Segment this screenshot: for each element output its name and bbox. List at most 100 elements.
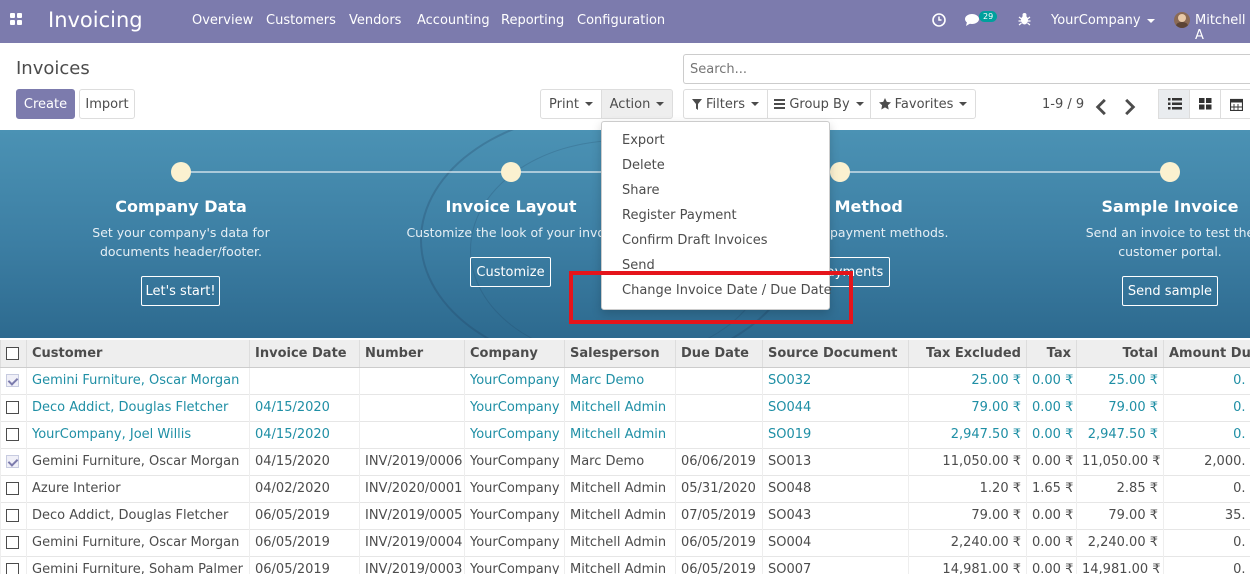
menu-customers[interactable]: Customers <box>266 13 336 28</box>
row-checkbox[interactable] <box>0 555 27 574</box>
menu-item-register-payment[interactable]: Register Payment <box>602 205 829 230</box>
cell-source-document: SO044 <box>762 393 909 421</box>
menu-overview[interactable]: Overview <box>192 13 253 28</box>
row-checkbox[interactable] <box>0 393 27 421</box>
cell-customer: YourCompany, Joel Willis <box>26 420 250 448</box>
step-dot <box>171 162 191 182</box>
cell-due-date <box>675 393 763 421</box>
cell-salesperson: Mitchell Admin <box>564 555 676 574</box>
cell-source-document: SO004 <box>762 528 909 556</box>
list-view-icon <box>1168 98 1182 110</box>
action-dropdown-menu: Export Delete Share Register Payment Con… <box>601 121 832 310</box>
calendar-view-button[interactable] <box>1220 89 1250 119</box>
user-avatar[interactable] <box>1174 12 1190 28</box>
send-sample-button[interactable]: Send sample <box>1122 276 1218 306</box>
menu-item-send[interactable]: Send <box>602 255 829 280</box>
cell-total: 14,981.00 ₹ <box>1076 555 1164 574</box>
step-desc-company-data: Set your company's data for documents he… <box>92 225 270 259</box>
menu-item-confirm-draft-invoices[interactable]: Confirm Draft Invoices <box>602 230 829 255</box>
cell-number <box>359 420 465 448</box>
favorites-label: Favorites <box>894 96 954 112</box>
cell-number: INV/2019/0003 <box>359 555 465 574</box>
cell-salesperson: Mitchell Admin <box>564 528 676 556</box>
cell-amount-due: 0. <box>1163 528 1250 556</box>
favorites-button[interactable]: Favorites <box>870 89 976 119</box>
column-header-tax[interactable]: Tax <box>1026 340 1077 368</box>
column-header-company[interactable]: Company <box>464 340 565 368</box>
apps-grid-icon[interactable] <box>10 13 22 25</box>
cell-company: YourCompany <box>464 447 565 475</box>
column-header-salesperson[interactable]: Salesperson <box>564 340 676 368</box>
row-checkbox[interactable] <box>0 447 27 475</box>
column-header-total[interactable]: Total <box>1076 340 1164 368</box>
filters-button[interactable]: Filters <box>683 89 768 119</box>
bug-icon[interactable] <box>1018 12 1031 26</box>
menu-item-delete[interactable]: Delete <box>602 155 829 180</box>
list-bars-icon <box>774 99 786 109</box>
company-switcher[interactable]: YourCompany <box>1051 13 1155 28</box>
table-row[interactable]: Deco Addict, Douglas Fletcher 04/15/2020 Y… <box>0 393 1250 421</box>
customize-button[interactable]: Customize <box>470 257 551 287</box>
clock-icon[interactable] <box>932 13 946 27</box>
cell-customer: Gemini Furniture, Oscar Morgan <box>26 366 250 394</box>
table-row[interactable]: Gemini Furniture, Oscar Morgan 04/15/2020… <box>0 447 1250 475</box>
cell-amount-due: 0. <box>1163 393 1250 421</box>
row-checkbox[interactable] <box>0 420 27 448</box>
cell-salesperson: Mitchell Admin <box>564 420 676 448</box>
cell-company: YourCompany <box>464 528 565 556</box>
table-row[interactable]: Deco Addict, Douglas Fletcher 06/05/2019 I… <box>0 501 1250 529</box>
cell-tax: 0.00 ₹ <box>1026 366 1077 394</box>
kanban-view-button[interactable] <box>1189 89 1221 119</box>
row-checkbox[interactable] <box>0 501 27 529</box>
step-desc-payment-method: payment methods. <box>830 225 949 240</box>
menu-item-export[interactable]: Export <box>602 130 829 155</box>
cell-total: 2,947.50 ₹ <box>1076 420 1164 448</box>
pager-value[interactable]: 1-9 / 9 <box>1042 97 1084 112</box>
column-header-invoice-date[interactable]: Invoice Date <box>249 340 360 368</box>
cell-due-date: 06/06/2019 <box>675 447 763 475</box>
cell-number <box>359 366 465 394</box>
next-page-icon[interactable] <box>1119 97 1139 117</box>
row-checkbox[interactable] <box>0 528 27 556</box>
table-row[interactable]: Gemini Furniture, Oscar Morgan 06/05/2019… <box>0 528 1250 556</box>
menu-vendors[interactable]: Vendors <box>349 13 401 28</box>
column-header-customer[interactable]: Customer <box>26 340 250 368</box>
column-header-source-document[interactable]: Source Document <box>762 340 909 368</box>
column-header-tax-excluded[interactable]: Tax Excluded <box>908 340 1027 368</box>
table-row[interactable]: Gemini Furniture, Oscar Morgan YourCompan… <box>0 366 1250 394</box>
cell-due-date: 07/05/2019 <box>675 501 763 529</box>
table-row[interactable]: Gemini Furniture, Soham Palmer 06/05/2019… <box>0 555 1250 574</box>
message-count-badge: 29 <box>979 11 998 22</box>
cell-invoice-date: 06/05/2019 <box>249 555 360 574</box>
previous-page-icon[interactable] <box>1092 97 1112 117</box>
column-header-due-date[interactable]: Due Date <box>675 340 763 368</box>
table-row[interactable]: YourCompany, Joel Willis 04/15/2020 YourCo… <box>0 420 1250 448</box>
step-desc-sample-invoice: Send an invoice to test the customer por… <box>1085 225 1250 259</box>
search-input[interactable] <box>683 54 1250 84</box>
menu-item-share[interactable]: Share <box>602 180 829 205</box>
menu-reporting[interactable]: Reporting <box>501 13 564 28</box>
row-checkbox[interactable] <box>0 366 27 394</box>
action-button[interactable]: Action <box>601 89 673 119</box>
column-header-number[interactable]: Number <box>359 340 465 368</box>
table-row[interactable]: Azure Interior 04/02/2020 INV/2020/0001 You… <box>0 474 1250 502</box>
list-view-button[interactable] <box>1158 89 1190 119</box>
select-all-checkbox[interactable] <box>0 340 27 368</box>
cell-tax-excluded: 79.00 ₹ <box>908 393 1027 421</box>
row-checkbox[interactable] <box>0 474 27 502</box>
import-button[interactable]: Import <box>79 89 135 119</box>
column-header-amount-due[interactable]: Amount Du <box>1163 340 1250 368</box>
lets-start-button[interactable]: Let's start! <box>141 276 220 306</box>
create-button[interactable]: Create <box>16 89 75 119</box>
menu-accounting[interactable]: Accounting <box>417 13 490 28</box>
cell-tax-excluded: 11,050.00 ₹ <box>908 447 1027 475</box>
menu-item-change-invoice-date[interactable]: Change Invoice Date / Due Date <box>602 280 832 305</box>
app-brand[interactable]: Invoicing <box>48 8 143 32</box>
print-button[interactable]: Print <box>540 89 602 119</box>
user-menu[interactable]: Mitchell A <box>1195 13 1250 43</box>
cell-amount-due: 0. <box>1163 420 1250 448</box>
cell-source-document: SO032 <box>762 366 909 394</box>
menu-configuration[interactable]: Configuration <box>577 13 665 28</box>
group-by-button[interactable]: Group By <box>767 89 871 119</box>
step-dot <box>501 162 521 182</box>
